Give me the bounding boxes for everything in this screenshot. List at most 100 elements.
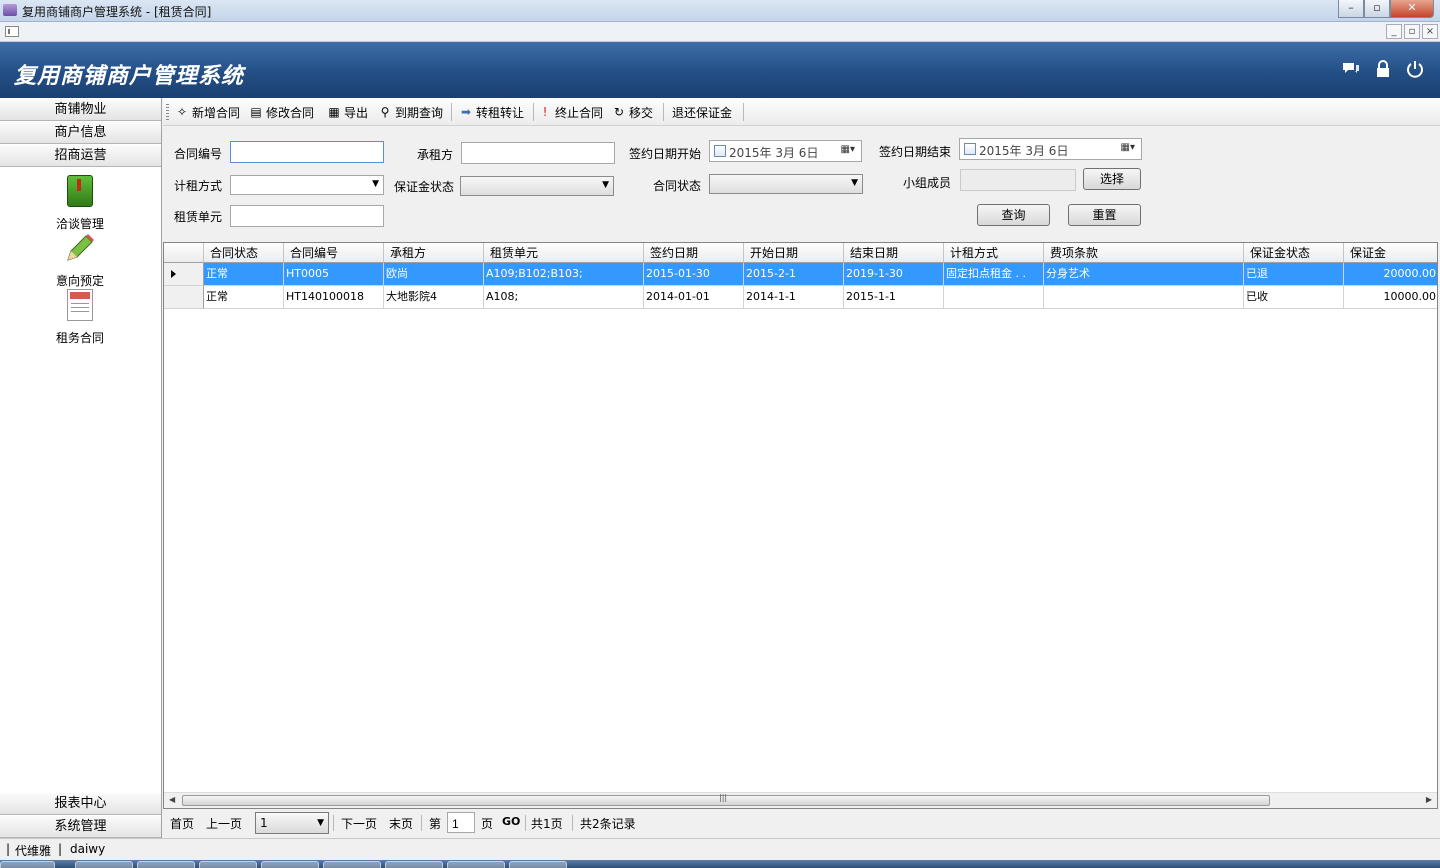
last-page-link[interactable]: 末页 — [389, 815, 413, 832]
first-page-link[interactable]: 首页 — [170, 815, 194, 832]
table-cell[interactable] — [944, 286, 1044, 309]
row-selector[interactable] — [164, 263, 204, 286]
taskbar-item[interactable] — [385, 861, 443, 868]
nav-header-leasing-ops[interactable]: 招商运营 — [0, 144, 161, 167]
sign-start-checkbox[interactable] — [714, 145, 726, 157]
nav-header-reports[interactable]: 报表中心 — [0, 792, 161, 815]
unit-input[interactable] — [230, 205, 384, 227]
chat-icon[interactable] — [1342, 60, 1360, 78]
page-size-select[interactable]: 1 ▼ — [255, 812, 329, 834]
table-cell[interactable]: 正常 — [204, 286, 284, 309]
column-header[interactable]: 合同状态 — [204, 243, 284, 263]
taskbar-item[interactable] — [447, 861, 505, 868]
column-header[interactable]: 开始日期 — [744, 243, 844, 263]
table-cell[interactable]: 2014-1-1 — [744, 286, 844, 309]
row-selector[interactable] — [164, 286, 204, 309]
nav-item-negotiation[interactable]: 洽谈管理 — [0, 175, 160, 232]
sublet-transfer-button[interactable]: ➡ 转租转让 — [459, 103, 524, 121]
lock-icon[interactable] — [1374, 60, 1392, 78]
table-cell[interactable]: 欧尚 — [384, 263, 484, 286]
mdi-restore-button[interactable]: ▫ — [1404, 24, 1420, 39]
go-button[interactable]: GO — [502, 815, 520, 828]
column-header[interactable]: 租赁单元 — [484, 243, 644, 263]
table-cell[interactable]: 20000.00 — [1344, 263, 1437, 286]
column-header[interactable]: 合同编号 — [284, 243, 384, 263]
query-button[interactable]: 查询 — [977, 204, 1050, 226]
table-row[interactable]: 正常 HT0005 欧尚 A109;B102;B103; 2015-01-30 … — [164, 263, 1437, 286]
table-cell[interactable]: HT0005 — [284, 263, 384, 286]
page-number-input[interactable] — [447, 812, 475, 833]
calendar-dropdown-icon[interactable]: ▦▾ — [1121, 142, 1135, 153]
nav-item-lease-contract[interactable]: 租务合同 — [0, 289, 160, 346]
table-cell[interactable]: 分身艺术 — [1044, 263, 1244, 286]
mdi-close-button[interactable]: × — [1422, 24, 1438, 39]
table-cell[interactable]: 大地影院4 — [384, 286, 484, 309]
column-header[interactable]: 结束日期 — [844, 243, 944, 263]
table-cell[interactable]: 10000.00 — [1344, 286, 1437, 309]
reset-button[interactable]: 重置 — [1068, 204, 1141, 226]
export-button[interactable]: ▦ 导出 — [327, 103, 368, 121]
taskbar-item[interactable] — [323, 861, 381, 868]
table-cell[interactable] — [1044, 286, 1244, 309]
table-cell[interactable]: A108; — [484, 286, 644, 309]
select-member-button[interactable]: 选择 — [1083, 168, 1141, 190]
refund-deposit-button[interactable]: 退还保证金 — [672, 103, 732, 121]
nav-item-reservation[interactable]: 意向预定 — [0, 232, 160, 289]
scrollbar-thumb[interactable] — [182, 793, 1270, 806]
close-button[interactable]: ✕ — [1390, 0, 1434, 18]
calendar-dropdown-icon[interactable]: ▦▾ — [841, 144, 855, 155]
mdi-minimize-button[interactable]: _ — [1386, 24, 1402, 39]
taskbar-item[interactable] — [261, 861, 319, 868]
table-cell[interactable]: 2015-2-1 — [744, 263, 844, 286]
deposit-status-select[interactable]: ▼ — [460, 176, 614, 196]
taskbar-item[interactable] — [509, 861, 567, 868]
column-header[interactable]: 计租方式 — [944, 243, 1044, 263]
minimize-button[interactable]: – — [1338, 0, 1364, 18]
horizontal-scrollbar[interactable]: ◀ ▶ — [164, 792, 1437, 808]
table-cell[interactable]: 正常 — [204, 263, 284, 286]
table-cell[interactable]: 已退 — [1244, 263, 1344, 286]
start-button[interactable] — [0, 861, 55, 868]
contract-no-input[interactable] — [230, 141, 384, 163]
mdi-document-icon[interactable] — [5, 26, 19, 37]
sign-end-checkbox[interactable] — [964, 143, 976, 155]
sign-start-datepicker[interactable]: 2015年 3月 6日 ▦▾ — [709, 140, 862, 162]
column-header[interactable]: 签约日期 — [644, 243, 744, 263]
expiry-query-button[interactable]: ⚲ 到期查询 — [378, 103, 443, 121]
table-cell[interactable]: A109;B102;B103; — [484, 263, 644, 286]
edit-contract-button[interactable]: ▤ 修改合同 — [249, 103, 314, 121]
nav-header-merchant[interactable]: 商户信息 — [0, 121, 161, 144]
column-header[interactable]: 保证金 — [1344, 243, 1437, 263]
maximize-button[interactable]: ▫ — [1364, 0, 1390, 18]
column-header[interactable]: 费项条款 — [1044, 243, 1244, 263]
table-row[interactable]: 正常 HT140100018 大地影院4 A108; 2014-01-01 20… — [164, 286, 1437, 309]
scroll-right-icon[interactable]: ▶ — [1426, 795, 1432, 804]
lessee-input[interactable] — [461, 142, 615, 164]
sign-end-datepicker[interactable]: 2015年 3月 6日 ▦▾ — [959, 138, 1142, 160]
column-header[interactable]: 承租方 — [384, 243, 484, 263]
new-contract-button[interactable]: ✧ 新增合同 — [175, 103, 240, 121]
taskbar-item[interactable] — [199, 861, 257, 868]
nav-header-property[interactable]: 商铺物业 — [0, 98, 161, 121]
nav-header-system[interactable]: 系统管理 — [0, 815, 161, 838]
column-header[interactable]: 保证金状态 — [1244, 243, 1344, 263]
table-cell[interactable]: 2015-01-30 — [644, 263, 744, 286]
scroll-left-icon[interactable]: ◀ — [169, 795, 175, 804]
group-member-input[interactable] — [960, 169, 1076, 191]
handover-button[interactable]: ↻ 移交 — [612, 103, 653, 121]
table-cell[interactable]: 已收 — [1244, 286, 1344, 309]
terminate-contract-button[interactable]: ! 终止合同 — [538, 103, 603, 121]
rent-method-select[interactable]: ▼ — [230, 175, 384, 195]
power-icon[interactable] — [1406, 60, 1424, 78]
table-cell[interactable]: 2015-1-1 — [844, 286, 944, 309]
taskbar-item[interactable] — [75, 861, 133, 868]
table-cell[interactable]: 2019-1-30 — [844, 263, 944, 286]
contract-status-select[interactable]: ▼ — [709, 174, 863, 194]
taskbar-item[interactable] — [137, 861, 195, 868]
table-cell[interactable]: 2014-01-01 — [644, 286, 744, 309]
toolbar-grip[interactable] — [166, 104, 169, 120]
table-cell[interactable]: HT140100018 — [284, 286, 384, 309]
prev-page-link[interactable]: 上一页 — [206, 815, 242, 832]
next-page-link[interactable]: 下一页 — [341, 815, 377, 832]
table-cell[interactable]: 固定扣点租金 . . — [944, 263, 1044, 286]
